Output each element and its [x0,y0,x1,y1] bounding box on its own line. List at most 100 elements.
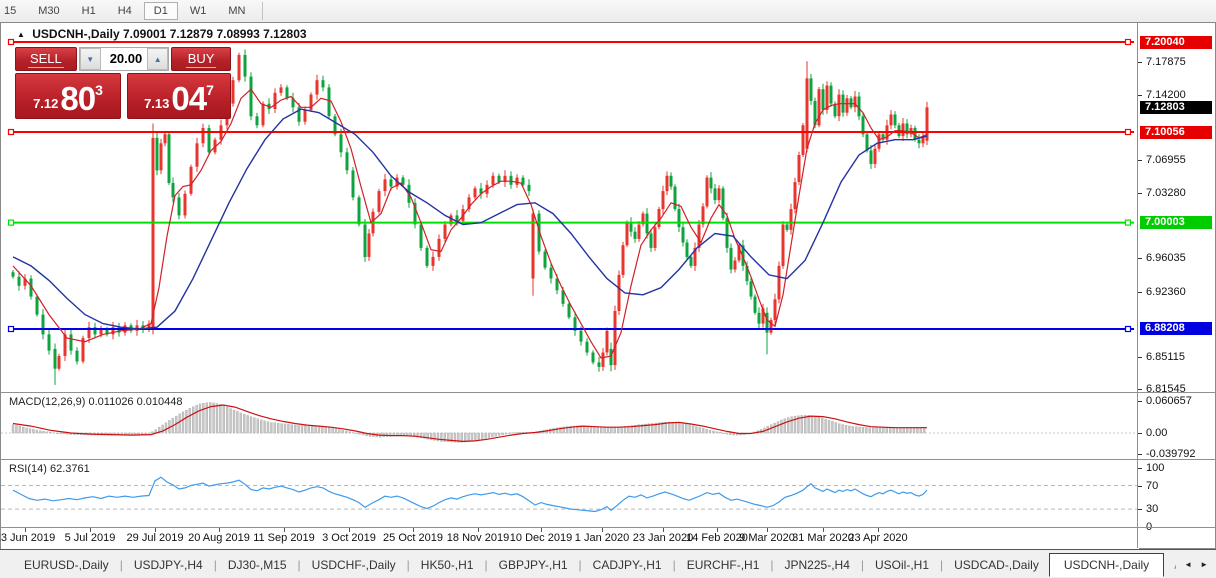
macd-name: MACD(12,26,9) [9,396,86,408]
price-badge-7.20040: 7.20040 [1140,35,1212,49]
collapse-triangle-icon[interactable]: ▲ [17,30,25,39]
axis-separator [1138,392,1215,393]
buy-price-big: 04 [171,80,207,117]
date-label: 23 Jan 2020 [632,532,694,544]
rsi-line [12,476,928,513]
buy-price-panel[interactable]: 7.13 04 7 [126,73,231,119]
tab-scroll-arrows: ◄ ► [1176,560,1216,569]
symbol-tab-jpn225-h4[interactable]: JPN225-,H4 [775,554,860,576]
price-tick-label: 7.03280 [1146,187,1186,200]
price-badge-6.88208: 6.88208 [1140,322,1212,336]
sell-price-big: 80 [60,80,96,117]
rsi-tick-label: 30 [1146,503,1159,516]
volume-input[interactable]: 20.00 [101,48,148,70]
rsi-tick-label: 70 [1146,479,1159,492]
symbol-tab-cadjpy-h1[interactable]: CADJPY-,H1 [583,554,672,576]
horizontal-line-7.00003[interactable] [7,219,1135,226]
symbol-tabs: EURUSD-,Daily | USDJPY-,H4 | DJ30-,M15 | USDCH… [14,552,1176,577]
symbol-tab-dj30-m15[interactable]: DJ30-,M15 [218,554,297,576]
rsi-label: RSI(14) 62.3761 [9,463,90,475]
macd-tick-label: 0.00 [1146,427,1168,439]
symbol-tab-hk50-h1[interactable]: HK50-,H1 [411,554,484,576]
axis-tick [1138,159,1142,161]
date-label: 10 Dec 2019 [509,532,573,544]
symbol-tab-usdchf-daily[interactable]: USDCHF-,Daily [302,554,406,576]
rsi-value: 62.3761 [49,463,90,475]
date-label: 31 Mar 2020 [792,532,854,544]
price-badge-7.00003: 7.00003 [1140,216,1212,230]
chart-symbol-period: USDCNH-,Daily [32,27,120,41]
axis-tick [1138,193,1142,195]
date-label: 13 Jun 2019 [0,532,56,544]
date-label: 3 Oct 2019 [322,532,376,544]
axis-tick [1138,356,1142,358]
axis-tick [1138,258,1142,260]
axis-tick [1138,509,1142,511]
price-axis: 7.17875 7.14200 7.06955 7.03280 6.96035 6.923… [1137,23,1215,548]
volume-increase-icon[interactable]: ▲ [147,48,169,70]
symbol-tab-audu[interactable]: AUDU [1164,554,1176,576]
one-click-trading-widget: SELL ▼ 20.00 ▲ BUY 7.12 80 3 7.13 04 7 [15,47,231,119]
price-tick-label: 7.17875 [1146,55,1186,68]
symbol-tabbar: EURUSD-,Daily | USDJPY-,H4 | DJ30-,M15 | USDCH… [0,549,1216,578]
timeframe-button-w1[interactable]: W1 [180,2,217,20]
sell-price-small: 7.12 [33,96,59,111]
sell-price-sup: 3 [95,82,103,98]
timeframe-button-h4[interactable]: H4 [108,2,142,20]
tab-scroll-left-icon[interactable]: ◄ [1184,560,1192,569]
axis-separator [1138,527,1215,528]
symbol-tab-gbpjpy-h1[interactable]: GBPJPY-,H1 [489,554,578,576]
date-label: 1 Jan 2020 [574,532,630,544]
date-label: 5 Jul 2019 [64,532,116,544]
horizontal-line-7.10056[interactable] [7,128,1135,136]
volume-decrease-icon[interactable]: ▼ [79,48,101,70]
date-label: 23 Apr 2020 [848,532,908,544]
timeframe-button-mn[interactable]: MN [218,2,255,20]
ohlc-low: 7.08993 [216,27,260,41]
axis-separator [1138,459,1215,460]
ohlc-open: 7.09001 [122,27,167,41]
axis-tick [1138,400,1142,402]
macd-signal-line [12,404,927,443]
horizontal-line-6.88208[interactable] [7,325,1135,333]
price-badge-7.12803: 7.12803 [1140,100,1212,114]
macd-label: MACD(12,26,9) 0.011026 0.010448 [9,396,183,408]
symbol-tab-eurchf-h1[interactable]: EURCHF-,H1 [677,554,770,576]
price-tick-label: 7.14200 [1146,88,1186,101]
buy-price-sup: 7 [206,82,214,98]
rsi-tick-label: 100 [1146,461,1165,474]
date-label: 20 Aug 2019 [188,532,250,544]
date-label: 9 Mar 2020 [739,532,795,544]
macd-value-1: 0.011026 [88,396,134,408]
timeframe-button-d1[interactable]: D1 [143,2,178,20]
axis-tick [1138,433,1142,434]
rsi-name: RSI(14) [9,463,47,475]
symbol-tab-usdcnh-daily[interactable]: USDCNH-,Daily [1048,552,1165,577]
sell-price-panel[interactable]: 7.12 80 3 [15,73,121,119]
date-label: 25 Oct 2019 [383,532,443,544]
macd-tick-label: 0.060657 [1146,394,1192,407]
buy-button[interactable]: BUY [171,47,231,71]
chart-title: ▲ USDCNH-,Daily 7.09001 7.12879 7.08993 … [17,27,307,41]
price-badge-7.10056: 7.10056 [1140,125,1212,139]
symbol-tab-usoil-h1[interactable]: USOil-,H1 [865,554,939,576]
symbol-tab-usdcad-daily[interactable]: USDCAD-,Daily [944,554,1049,576]
price-tick-label: 6.96035 [1146,252,1186,265]
timeframe-button-m30[interactable]: M30 [28,2,69,20]
date-label: 18 Nov 2019 [446,532,510,544]
chart-window: 13 Jun 2019 5 Jul 2019 29 Jul 2019 20 Aug 2… [0,22,1216,549]
time-axis: 13 Jun 2019 5 Jul 2019 29 Jul 2019 20 Aug 2… [0,527,1139,549]
axis-tick [1138,389,1142,391]
axis-tick [1138,94,1142,96]
timeframe-button-h1[interactable]: H1 [72,2,106,20]
symbol-tab-usdjpy-h4[interactable]: USDJPY-,H4 [124,554,213,576]
price-tick-label: 7.06955 [1146,153,1186,166]
sell-button[interactable]: SELL [15,47,77,71]
timeframe-button-15[interactable]: 15 [0,2,26,20]
rsi-indicator-pane [1,459,1139,527]
axis-tick [1138,453,1142,455]
symbol-tab-eurusd-daily[interactable]: EURUSD-,Daily [14,554,119,576]
buy-price-small: 7.13 [144,96,170,111]
date-label: 11 Sep 2019 [253,532,315,544]
tab-scroll-right-icon[interactable]: ► [1200,560,1208,569]
